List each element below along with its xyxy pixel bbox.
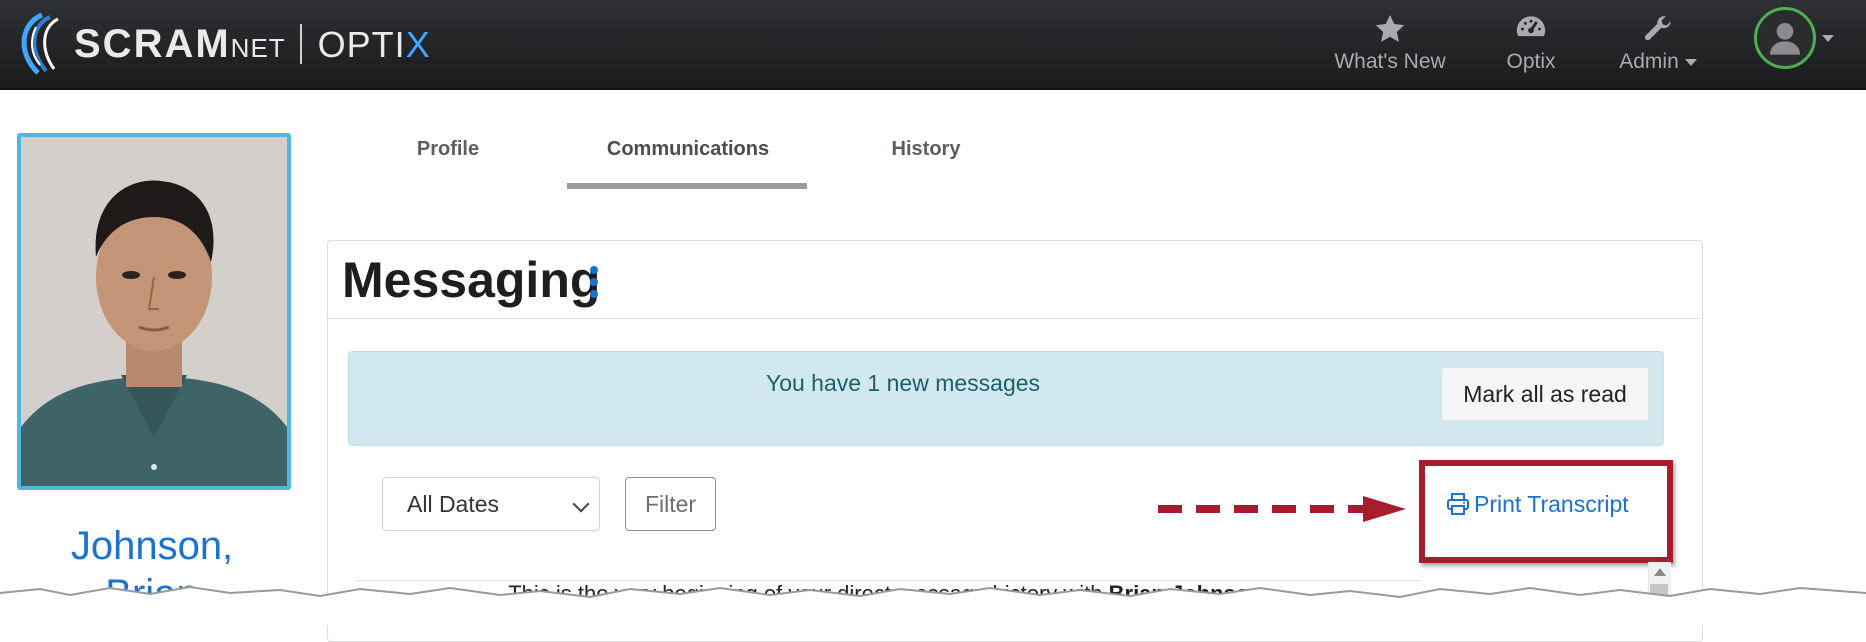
user-icon	[1770, 23, 1800, 55]
printer-icon	[1447, 493, 1469, 515]
print-transcript-link[interactable]: Print Transcript	[1446, 488, 1629, 520]
nav-whats-new[interactable]: What's New	[1326, 6, 1454, 80]
more-options-icon[interactable]	[588, 266, 600, 302]
torn-edge-decoration	[0, 585, 1866, 625]
alert-text: You have 1 new messages	[765, 370, 1041, 396]
nav-optix-label: Optix	[1506, 50, 1556, 73]
scramnet-swoosh-icon	[21, 12, 59, 75]
tab-communications[interactable]: Communications	[568, 138, 808, 174]
avatar[interactable]	[1754, 7, 1816, 69]
profile-photo	[17, 133, 291, 490]
panel-divider	[327, 318, 1701, 319]
chevron-down-icon	[1684, 58, 1697, 66]
dashboard-gauge-icon	[1516, 16, 1546, 37]
date-filter-select[interactable]: All Dates	[382, 477, 600, 531]
print-transcript-label: Print Transcript	[1474, 490, 1629, 517]
brand-separator	[299, 24, 302, 64]
top-navbar: SCRAM NET OPTIX What's New Optix Admin	[0, 0, 1866, 90]
page-title: Messaging	[342, 252, 601, 308]
brand-scram: SCRAM	[74, 21, 231, 66]
date-filter-value: All Dates	[407, 490, 500, 517]
wrench-icon	[1644, 16, 1671, 41]
filter-button[interactable]: Filter	[625, 477, 716, 531]
nav-optix[interactable]: Optix	[1496, 6, 1566, 80]
active-tab-indicator	[567, 183, 807, 189]
brand-wordmark: SCRAM NET OPTIX	[74, 22, 431, 67]
scroll-up-arrow-icon[interactable]	[1654, 568, 1666, 576]
nav-admin-dropdown[interactable]: Admin	[1606, 6, 1710, 80]
chevron-down-icon[interactable]	[1822, 34, 1834, 42]
person-name-line1: Johnson,	[70, 524, 234, 568]
tab-history[interactable]: History	[866, 138, 986, 174]
brand-logo[interactable]: SCRAM NET OPTIX	[12, 6, 431, 82]
nav-admin-label: Admin	[1619, 50, 1697, 74]
nav-whats-new-label: What's New	[1334, 50, 1446, 73]
user-menu[interactable]	[1754, 6, 1834, 70]
star-icon	[1375, 14, 1405, 42]
person-portrait-image	[21, 137, 287, 486]
mark-all-read-button[interactable]: Mark all as read	[1441, 367, 1649, 421]
brand-optix: OPTIX	[317, 23, 431, 65]
tab-profile[interactable]: Profile	[388, 138, 508, 174]
chevron-down-icon	[572, 495, 590, 513]
annotation-arrow	[1158, 496, 1406, 522]
brand-net: NET	[230, 32, 286, 63]
